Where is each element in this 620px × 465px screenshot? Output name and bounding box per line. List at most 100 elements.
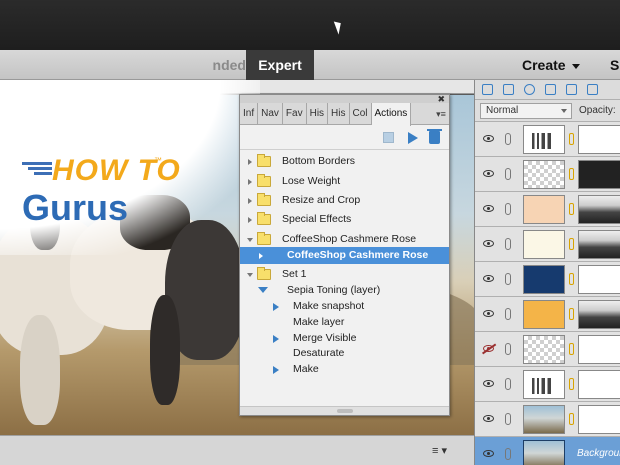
layer-row[interactable] [475, 402, 620, 437]
item-label: Resize and Crop [282, 194, 361, 206]
expand-triangle-icon[interactable] [273, 366, 279, 374]
tab-actions[interactable]: Actions [371, 103, 412, 126]
link-icon[interactable] [505, 448, 511, 460]
link-icon[interactable] [505, 343, 511, 355]
expand-triangle-icon[interactable] [248, 179, 252, 185]
collapse-triangle-icon[interactable] [247, 238, 253, 242]
expand-triangle-icon[interactable] [248, 159, 252, 165]
chain-icon[interactable] [569, 203, 574, 215]
tab-navigator[interactable]: Nav [258, 103, 283, 125]
transparent-thumbnail [523, 160, 565, 189]
new-layer-icon[interactable] [482, 84, 493, 95]
chain-icon[interactable] [569, 238, 574, 250]
add-mask-icon[interactable] [545, 84, 556, 95]
expand-triangle-icon[interactable] [273, 335, 279, 343]
link-icon[interactable] [505, 413, 511, 425]
trash-icon[interactable] [427, 129, 442, 144]
eye-hidden-icon[interactable] [483, 345, 494, 352]
transparent-thumbnail [523, 335, 565, 364]
actions-panel: ✖ Inf Nav Fav His His Col Actions ▾≡ Bot… [239, 94, 450, 416]
layer-row[interactable] [475, 367, 620, 402]
panel-resize-bar[interactable] [240, 406, 449, 415]
tab-info[interactable]: Inf [240, 103, 259, 125]
link-icon[interactable] [505, 203, 511, 215]
status-menu-icon[interactable]: ≡ ▾ [432, 444, 447, 457]
layer-row-background[interactable]: Background [475, 437, 620, 465]
eye-icon[interactable] [483, 240, 494, 247]
layer-row[interactable] [475, 297, 620, 332]
layer-row[interactable] [475, 332, 620, 367]
list-item[interactable]: Make [240, 361, 449, 378]
expand-triangle-icon[interactable] [248, 198, 252, 204]
eye-icon[interactable] [483, 205, 494, 212]
chain-icon[interactable] [569, 133, 574, 145]
eye-icon[interactable] [483, 380, 494, 387]
eye-icon[interactable] [483, 170, 494, 177]
stop-icon[interactable] [383, 132, 394, 143]
chain-icon[interactable] [569, 378, 574, 390]
link-icon[interactable] [505, 133, 511, 145]
expand-triangle-icon[interactable] [273, 303, 279, 311]
list-item[interactable]: Special Effects [240, 211, 449, 228]
share-menu-button[interactable]: S [610, 50, 619, 80]
list-item-selected[interactable]: CoffeeShop Cashmere Rose [240, 247, 449, 264]
lock-icon[interactable] [566, 84, 577, 95]
eye-icon[interactable] [483, 135, 494, 142]
layer-row[interactable] [475, 262, 620, 297]
expand-triangle-icon[interactable] [248, 217, 252, 223]
layer-row[interactable] [475, 192, 620, 227]
list-item[interactable]: Set 1 [240, 266, 449, 283]
folder-icon [257, 267, 271, 280]
expand-triangle-icon[interactable] [259, 253, 263, 259]
link-icon[interactable] [505, 273, 511, 285]
eye-icon[interactable] [483, 450, 494, 457]
resize-handle[interactable] [337, 409, 353, 413]
layer-row[interactable] [475, 122, 620, 157]
play-icon[interactable] [408, 132, 418, 144]
eye-icon[interactable] [483, 415, 494, 422]
layer-row[interactable] [475, 157, 620, 192]
blend-mode-value: Normal [486, 105, 519, 116]
list-item[interactable]: Bottom Borders [240, 153, 449, 170]
tab-histogram[interactable]: His [307, 103, 329, 125]
eye-icon[interactable] [483, 275, 494, 282]
collapse-triangle-icon[interactable] [247, 273, 253, 277]
create-menu-button[interactable]: Create [522, 50, 580, 80]
tab-favorites[interactable]: Fav [283, 103, 307, 125]
delete-layer-icon[interactable] [587, 84, 598, 95]
layers-panel: Normal Opacity: Backgrou [474, 80, 620, 465]
chain-icon[interactable] [569, 308, 574, 320]
mask-thumbnail [578, 125, 620, 154]
layer-row[interactable] [475, 227, 620, 262]
item-label: Desaturate [293, 347, 345, 359]
link-icon[interactable] [505, 238, 511, 250]
collapse-triangle-icon[interactable] [258, 287, 268, 293]
new-group-icon[interactable] [503, 84, 514, 95]
blend-mode-select[interactable]: Normal [480, 103, 572, 119]
link-icon[interactable] [505, 168, 511, 180]
tab-color[interactable]: Col [350, 103, 372, 125]
chain-icon[interactable] [569, 168, 574, 180]
link-icon[interactable] [505, 308, 511, 320]
adjustment-layer-icon[interactable] [524, 84, 535, 95]
list-item[interactable]: Lose Weight [240, 173, 449, 190]
mode-tab-guided[interactable]: nded [190, 50, 246, 80]
list-item[interactable]: Desaturate [240, 345, 449, 362]
tab-history[interactable]: His [328, 103, 350, 125]
list-item[interactable]: Make layer [240, 314, 449, 331]
link-icon[interactable] [505, 378, 511, 390]
list-item[interactable]: Make snapshot [240, 298, 449, 315]
panel-grip[interactable]: ✖ [240, 94, 449, 104]
panel-menu-icon[interactable]: ▾≡ [433, 103, 449, 124]
chain-icon[interactable] [569, 413, 574, 425]
list-item[interactable]: Resize and Crop [240, 192, 449, 209]
list-item[interactable]: CoffeeShop Cashmere Rose [240, 231, 449, 248]
mode-tab-expert[interactable]: Expert [246, 50, 314, 80]
chain-icon[interactable] [569, 273, 574, 285]
mask-thumbnail [578, 195, 620, 224]
layer-name[interactable]: Background [577, 448, 620, 459]
chain-icon[interactable] [569, 343, 574, 355]
eye-icon[interactable] [483, 310, 494, 317]
mask-thumbnail [578, 300, 620, 329]
list-item[interactable]: Sepia Toning (layer) [240, 282, 449, 299]
